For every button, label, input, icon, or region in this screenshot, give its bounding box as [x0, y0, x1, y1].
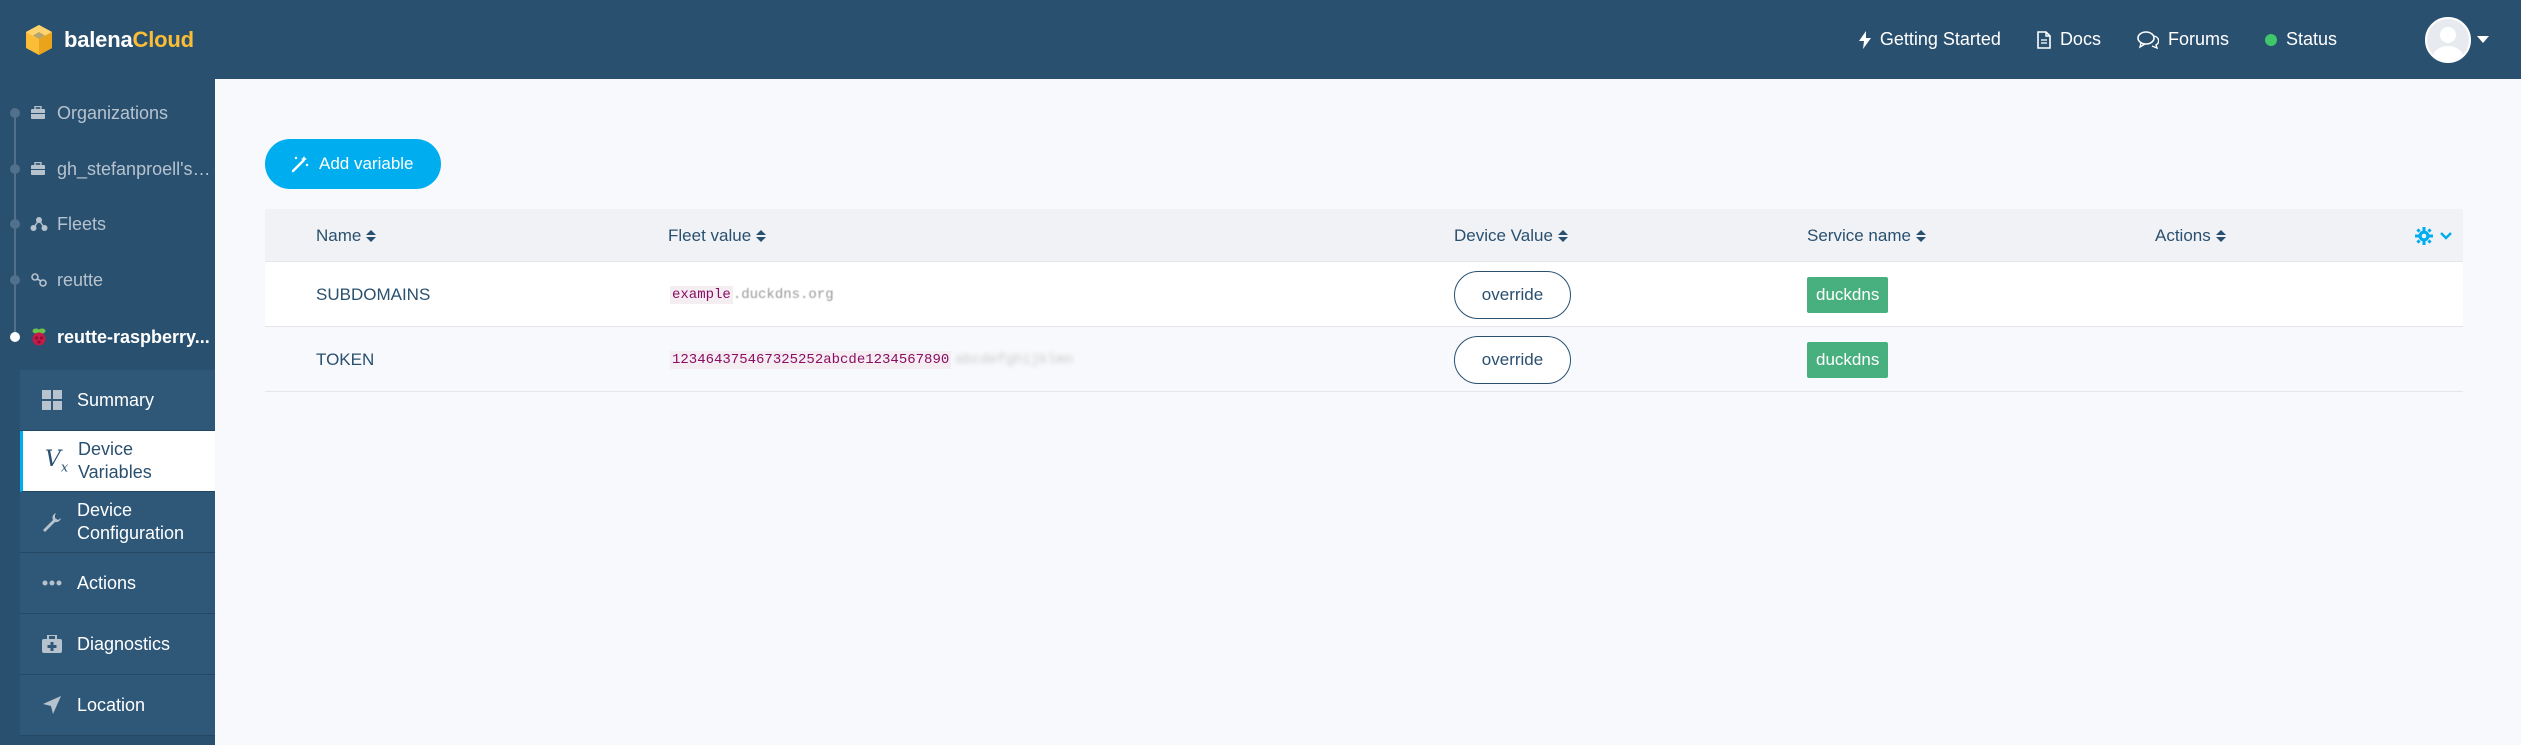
service-name-cell: duckdns	[1807, 327, 1889, 392]
location-arrow-icon	[42, 695, 62, 715]
override-button[interactable]: override	[1454, 270, 1571, 319]
device-value-cell: override	[1454, 327, 1571, 392]
breadcrumb-dot	[10, 164, 20, 174]
sidebar-item-summary[interactable]: Summary	[20, 370, 215, 431]
fleet-value: 123464375467325252abcde1234567890 abcdefg…	[670, 327, 1073, 392]
table-header: Name Fleet value Device Value Service na…	[265, 209, 2463, 262]
briefcase-icon	[30, 106, 46, 120]
comments-icon	[2137, 30, 2159, 49]
sort-icon	[1557, 229, 1568, 242]
breadcrumb-dot	[10, 332, 20, 342]
chevron-down-icon	[2439, 231, 2453, 241]
document-icon	[2037, 30, 2051, 49]
sort-icon	[1915, 229, 1926, 242]
fleet-value: example .duckdns.org	[670, 262, 834, 327]
fleet-value-rest: .duckdns.org	[732, 286, 834, 303]
bolt-icon	[1858, 30, 1871, 49]
column-header-service-name[interactable]: Service name	[1807, 209, 1926, 262]
device-value-cell: override	[1454, 262, 1571, 327]
add-variable-button[interactable]: Add variable	[265, 139, 441, 189]
sidebar-item-actions[interactable]: Actions	[20, 553, 215, 614]
fleet-icon	[30, 272, 48, 288]
breadcrumb-organization[interactable]: gh_stefanproell's ...	[0, 149, 215, 189]
sidebar-item-device-variables[interactable]: Vx Device Variables	[20, 431, 215, 492]
logo-text: balenaCloud	[64, 26, 194, 52]
status-indicator-icon	[2264, 33, 2277, 46]
service-name-cell: duckdns	[1807, 262, 1889, 327]
dots-icon	[42, 580, 62, 586]
column-header-device-value[interactable]: Device Value	[1454, 209, 1568, 262]
balena-cube-icon	[26, 24, 52, 55]
breadcrumb-fleets[interactable]: Fleets	[0, 204, 215, 244]
sort-icon	[366, 229, 377, 242]
sort-icon	[2215, 229, 2226, 242]
raspberry-pi-icon	[30, 327, 48, 347]
device-variables-line-1: Device	[78, 439, 134, 459]
sidebar-item-location[interactable]: Location	[20, 675, 215, 736]
table-row[interactable]: TOKEN 123464375467325252abcde1234567890 a…	[265, 327, 2463, 392]
fleet-value-highlight: example	[670, 285, 733, 304]
docs-link[interactable]: Docs	[2037, 29, 2101, 50]
device-configuration-line-1: Device	[77, 500, 133, 520]
variable-icon: Vx	[45, 446, 69, 476]
briefcase-icon	[30, 162, 46, 176]
sort-icon	[756, 229, 767, 242]
breadcrumb-dot	[10, 219, 20, 229]
variables-table: Name Fleet value Device Value Service na…	[265, 209, 2463, 392]
top-bar: balenaCloud Getting Started Docs Forums …	[0, 0, 2521, 79]
service-badge: duckdns	[1807, 341, 1889, 378]
device-variables-line-2: Variables	[78, 462, 152, 482]
sidebar-item-label: Device Configuration	[77, 499, 184, 545]
column-header-actions[interactable]: Actions	[2155, 209, 2226, 262]
forums-link[interactable]: Forums	[2137, 29, 2229, 50]
status-link[interactable]: Status	[2264, 29, 2337, 50]
variable-name: SUBDOMAINS	[316, 284, 431, 304]
avatar	[2425, 16, 2471, 63]
breadcrumb-device[interactable]: reutte-raspberry...	[0, 317, 215, 357]
breadcrumb-dot	[10, 108, 20, 118]
top-nav: Getting Started Docs Forums Status	[1858, 0, 2521, 79]
override-button[interactable]: override	[1454, 335, 1571, 384]
table-settings-button[interactable]	[2415, 209, 2453, 262]
variable-name: TOKEN	[316, 349, 375, 369]
magic-wand-icon	[291, 155, 309, 173]
main-content: Add variable Name Fleet value Device Val…	[215, 79, 2521, 745]
service-badge: duckdns	[1807, 276, 1889, 313]
table-row[interactable]: SUBDOMAINS example .duckdns.org override …	[265, 262, 2463, 327]
fleet-value-obscured: abcdefghijklmn	[955, 351, 1073, 368]
user-menu[interactable]	[2425, 16, 2489, 63]
sidebar-item-label: Device Variables	[78, 438, 152, 484]
column-header-name[interactable]: Name	[316, 209, 377, 262]
breadcrumb-fleet[interactable]: reutte	[0, 260, 215, 300]
breadcrumb-dot	[10, 275, 20, 285]
sidebar: Organizations gh_stefanproell's ... Flee…	[0, 79, 215, 745]
grid-icon	[42, 390, 62, 410]
fleet-value-highlight: 123464375467325252abcde1234567890	[670, 350, 952, 369]
device-sub-nav: Summary Vx Device Variables Device Confi…	[20, 370, 215, 736]
chevron-down-icon	[2477, 36, 2489, 43]
gear-icon	[2415, 226, 2433, 245]
medkit-icon	[42, 635, 62, 653]
breadcrumb-organizations[interactable]: Organizations	[0, 93, 215, 133]
wrench-icon	[42, 512, 62, 532]
fleets-icon	[30, 216, 48, 232]
column-header-fleet-value[interactable]: Fleet value	[668, 209, 767, 262]
balena-cloud-logo[interactable]: balenaCloud	[24, 24, 194, 56]
sidebar-item-device-configuration[interactable]: Device Configuration	[20, 492, 215, 553]
device-configuration-line-2: Configuration	[77, 523, 185, 543]
sidebar-item-diagnostics[interactable]: Diagnostics	[20, 614, 215, 675]
getting-started-link[interactable]: Getting Started	[1858, 29, 2001, 50]
